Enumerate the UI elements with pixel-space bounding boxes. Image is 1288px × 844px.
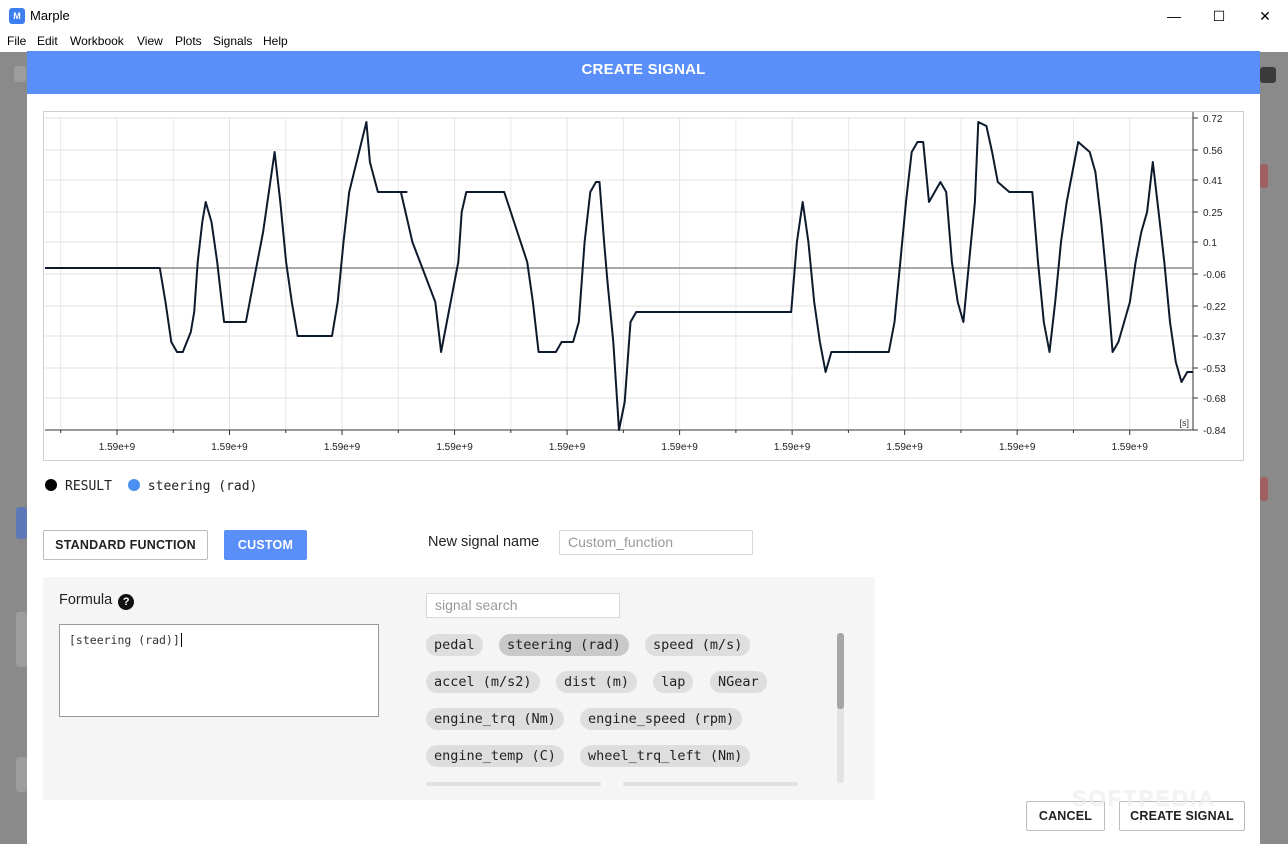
menu-plots[interactable]: Plots [175, 34, 202, 48]
y-tick-label: -0.84 [1203, 426, 1226, 437]
maximize-button[interactable]: ☐ [1196, 0, 1242, 32]
background-element [1260, 477, 1268, 501]
y-tick-label: -0.68 [1203, 394, 1226, 405]
menu-help[interactable]: Help [263, 34, 288, 48]
background-element [14, 66, 26, 82]
signal-chip[interactable]: accel (m/s2) [426, 671, 540, 693]
signal-chip[interactable]: dist (m) [556, 671, 638, 693]
background-element [16, 507, 27, 539]
x-tick-label: 1.59e+9 [1111, 442, 1148, 453]
x-tick-label: 1.59e+9 [999, 442, 1036, 453]
plot-legend: RESULT steering (rad) [45, 479, 257, 499]
signal-chip[interactable]: engine_temp (C) [426, 745, 564, 767]
menu-bar: File Edit Workbook View Plots Signals He… [0, 32, 1288, 52]
series-line-result [45, 121, 1193, 431]
signal-chip[interactable]: pedal [426, 634, 483, 656]
legend-steering-label: steering (rad) [147, 479, 258, 494]
signal-chip-partial [623, 782, 798, 786]
formula-panel: Formula? [steering (rad)] signal search … [43, 577, 875, 800]
y-tick-label: -0.06 [1203, 270, 1226, 281]
new-signal-name-label: New signal name [428, 534, 540, 550]
menu-edit[interactable]: Edit [37, 34, 58, 48]
y-tick-label: 0.72 [1203, 114, 1223, 125]
legend-result-dot [45, 479, 57, 491]
signal-chip[interactable]: engine_trq (Nm) [426, 708, 564, 730]
y-tick-label: -0.37 [1203, 332, 1226, 343]
background-element [1260, 67, 1276, 83]
plot-axes: 0.72 0.56 0.41 0.25 0.1 -0.06 -0.22 -0.37 -0.53 -… [45, 112, 1226, 453]
menu-workbook[interactable]: Workbook [70, 34, 124, 48]
signal-search-input[interactable]: signal search [426, 593, 620, 618]
signal-chip-selected[interactable]: steering (rad) [499, 634, 629, 656]
text-cursor [180, 633, 182, 647]
x-unit-label: [s] [1179, 418, 1189, 428]
x-tick-label: 1.59e+9 [549, 442, 586, 453]
plot-grid [45, 117, 1193, 431]
softpedia-watermark: SOFTPEDIA [1072, 786, 1216, 811]
x-tick-label: 1.59e+9 [324, 442, 361, 453]
signal-chip[interactable]: wheel_trq_left (Nm) [580, 745, 751, 767]
x-tick-label: 1.59e+9 [774, 442, 811, 453]
y-tick-label: 0.41 [1203, 176, 1223, 187]
background-element [16, 757, 27, 792]
signal-chip[interactable]: engine_speed (rpm) [580, 708, 743, 730]
x-tick-label: 1.59e+9 [211, 442, 248, 453]
background-element [16, 612, 27, 667]
x-tick-label: 1.59e+9 [99, 442, 136, 453]
y-tick-label: -0.22 [1203, 302, 1226, 313]
window-titlebar: M Marple — ☐ ✕ [0, 0, 1288, 32]
window-title: Marple [30, 8, 70, 23]
signal-chip[interactable]: lap [653, 671, 694, 693]
menu-signals[interactable]: Signals [213, 34, 252, 48]
y-tick-label: 0.56 [1203, 146, 1223, 157]
legend-steering-dot [127, 479, 140, 491]
signal-chip[interactable]: NGear [710, 671, 767, 693]
formula-text: [steering (rad)] [69, 633, 180, 647]
dialog-title: CREATE SIGNAL [27, 51, 1260, 94]
signal-preview-plot[interactable]: 0.72 0.56 0.41 0.25 0.1 -0.06 -0.22 -0.37 -0.53 -… [43, 111, 1244, 461]
new-signal-name-input[interactable]: Custom_function [559, 530, 753, 555]
menu-view[interactable]: View [137, 34, 163, 48]
x-tick-label: 1.59e+9 [436, 442, 473, 453]
legend-result-label: RESULT [65, 479, 112, 494]
y-tick-label: 0.25 [1203, 208, 1223, 219]
plot-series [45, 121, 1193, 431]
formula-label-text: Formula [59, 592, 113, 608]
minimize-button[interactable]: — [1151, 0, 1197, 32]
create-signal-dialog: CREATE SIGNAL 0.72 0.56 0.41 0.25 0.1 -0.06 -0… [27, 51, 1260, 844]
marple-logo-icon: M [9, 8, 25, 24]
formula-label: Formula? [59, 592, 135, 610]
background-element [1260, 164, 1268, 188]
y-tick-label: 0.1 [1203, 238, 1217, 249]
menu-file[interactable]: File [7, 34, 26, 48]
signal-chip-partial [426, 782, 601, 786]
x-tick-label: 1.59e+9 [661, 442, 698, 453]
standard-function-button[interactable]: STANDARD FUNCTION [43, 530, 208, 560]
x-tick-label: 1.59e+9 [886, 442, 923, 453]
scrollbar-thumb[interactable] [837, 633, 844, 709]
plot-canvas[interactable]: 0.72 0.56 0.41 0.25 0.1 -0.06 -0.22 -0.37 -0.53 -… [44, 112, 1243, 460]
close-button[interactable]: ✕ [1242, 0, 1288, 32]
help-icon[interactable]: ? [118, 594, 135, 610]
y-tick-label: -0.53 [1203, 364, 1226, 375]
formula-editor[interactable]: [steering (rad)] [59, 624, 379, 717]
signal-list-scrollbar[interactable] [837, 633, 844, 783]
signal-chip[interactable]: speed (m/s) [645, 634, 751, 656]
custom-button[interactable]: CUSTOM [224, 530, 307, 560]
